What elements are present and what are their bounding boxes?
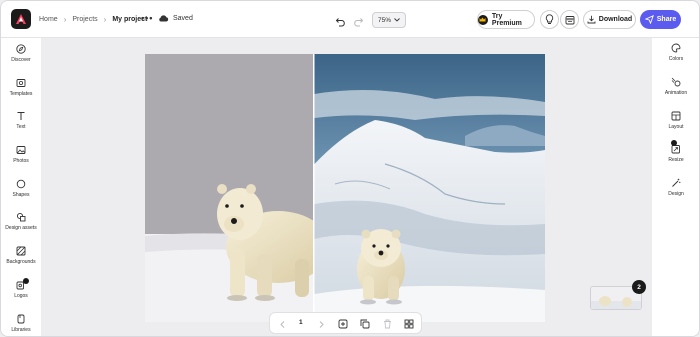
redo-button[interactable] xyxy=(353,14,364,32)
page-toolbar: 1 xyxy=(269,312,422,334)
calendar-icon xyxy=(565,15,574,24)
sidebar-item-backgrounds[interactable]: Backgrounds xyxy=(1,246,41,272)
zoom-value: 75% xyxy=(377,16,391,24)
duplicate-icon xyxy=(360,319,370,329)
sidebar-item-colors[interactable]: Colors xyxy=(656,43,696,69)
try-premium-label: Try Premium xyxy=(491,12,522,27)
sidebar-item-label: Layout xyxy=(668,124,684,130)
grid-icon xyxy=(404,319,414,329)
app-window: Home › Projects › My project ••• Saved 7… xyxy=(0,0,700,337)
undo-button[interactable] xyxy=(335,14,346,32)
text-icon xyxy=(17,112,25,120)
sidebar-item-layout[interactable]: Layout xyxy=(656,111,696,137)
save-status: Saved xyxy=(158,14,193,22)
sidebar-item-libraries[interactable]: Libraries xyxy=(1,314,41,336)
download-label: Download xyxy=(598,16,633,23)
crown-icon xyxy=(478,14,488,25)
sidebar-item-design-assets[interactable]: Design assets xyxy=(1,212,41,238)
page-number: 1 xyxy=(299,319,303,326)
lightbulb-icon xyxy=(545,14,554,24)
add-page-button[interactable] xyxy=(337,318,349,330)
sidebar-item-label: Animation xyxy=(664,90,688,96)
templates-icon xyxy=(16,79,26,87)
chevron-down-icon xyxy=(394,18,400,22)
redo-icon xyxy=(354,18,364,27)
trash-icon xyxy=(383,319,391,329)
chevron-left-icon xyxy=(279,320,284,328)
sidebar-item-discover[interactable]: Discover xyxy=(1,44,41,70)
sidebar-item-label: Logos xyxy=(14,293,28,299)
libraries-icon xyxy=(17,314,25,324)
paper-plane-icon xyxy=(644,15,654,24)
sidebar-item-label: Templates xyxy=(9,91,33,97)
share-button[interactable]: Share xyxy=(640,10,681,29)
left-sidebar: Discover Templates Text Photos Shapes De… xyxy=(1,38,41,336)
cloud-icon xyxy=(159,15,169,22)
grid-view-button[interactable] xyxy=(403,318,415,330)
chevron-right-icon xyxy=(319,320,324,328)
premium-badge-icon xyxy=(671,140,677,146)
left-photo-panel[interactable] xyxy=(145,54,330,322)
download-icon xyxy=(587,15,596,24)
add-icon xyxy=(338,319,348,329)
sidebar-item-label: Resize xyxy=(668,157,684,163)
sidebar-item-templates[interactable]: Templates xyxy=(1,78,41,104)
sidebar-item-text[interactable]: Text xyxy=(1,111,41,137)
share-label: Share xyxy=(656,16,677,23)
design-canvas[interactable] xyxy=(145,54,545,322)
layout-icon xyxy=(671,111,681,121)
chevron-right-icon: › xyxy=(103,15,107,24)
save-status-label: Saved xyxy=(173,14,193,22)
next-page-button[interactable] xyxy=(315,318,327,330)
sidebar-item-label: Discover xyxy=(11,57,31,63)
delete-page-button[interactable] xyxy=(381,318,393,330)
sidebar-item-logos[interactable]: Logos xyxy=(1,280,41,306)
sidebar-item-label: Design xyxy=(668,191,684,197)
chevron-right-icon: › xyxy=(63,15,67,24)
duplicate-page-button[interactable] xyxy=(359,318,371,330)
try-premium-button[interactable]: Try Premium xyxy=(477,10,535,29)
breadcrumb-projects[interactable]: Projects xyxy=(72,16,97,23)
page-count-badge: 2 xyxy=(632,280,646,294)
sidebar-item-design[interactable]: Design xyxy=(656,178,696,204)
photo-icon xyxy=(16,146,26,154)
premium-badge-icon xyxy=(23,278,29,284)
sidebar-item-label: Text xyxy=(16,124,26,130)
compass-icon xyxy=(16,44,26,54)
collage-image[interactable] xyxy=(145,54,545,322)
sidebar-item-photos[interactable]: Photos xyxy=(1,145,41,171)
sidebar-item-label: Colors xyxy=(668,56,684,62)
panel-divider xyxy=(313,54,315,322)
magic-wand-icon xyxy=(672,178,681,187)
breadcrumb-home[interactable]: Home xyxy=(39,16,58,23)
sidebar-item-animation[interactable]: Animation xyxy=(656,77,696,103)
shapes-icon xyxy=(16,179,26,189)
animation-icon xyxy=(671,77,681,87)
sidebar-item-label: Shapes xyxy=(12,192,30,198)
download-button[interactable]: Download xyxy=(583,10,636,29)
sidebar-item-label: Photos xyxy=(13,158,29,164)
previous-page-button[interactable] xyxy=(276,318,288,330)
sidebar-item-shapes[interactable]: Shapes xyxy=(1,179,41,205)
breadcrumb: Home › Projects › My project xyxy=(39,1,147,38)
sidebar-item-label: Libraries xyxy=(11,327,31,333)
design-assets-icon xyxy=(16,212,26,222)
backgrounds-icon xyxy=(16,246,26,256)
sidebar-item-label: Backgrounds xyxy=(6,259,36,265)
palette-icon xyxy=(671,43,681,53)
right-photo-panel[interactable] xyxy=(314,54,546,322)
undo-icon xyxy=(335,18,345,27)
zoom-select[interactable]: 75% xyxy=(372,12,406,28)
schedule-button[interactable] xyxy=(560,10,579,29)
more-options-button[interactable]: ••• xyxy=(141,13,153,23)
sidebar-item-resize[interactable]: Resize xyxy=(656,144,696,170)
polar-bear-right xyxy=(357,229,405,305)
right-sidebar: Colors Animation Layout Resize Design xyxy=(652,38,699,336)
app-logo-icon[interactable] xyxy=(11,9,31,29)
sidebar-item-label: Design assets xyxy=(5,225,37,231)
top-bar: Home › Projects › My project ••• Saved 7… xyxy=(1,1,699,38)
help-button[interactable] xyxy=(540,10,559,29)
